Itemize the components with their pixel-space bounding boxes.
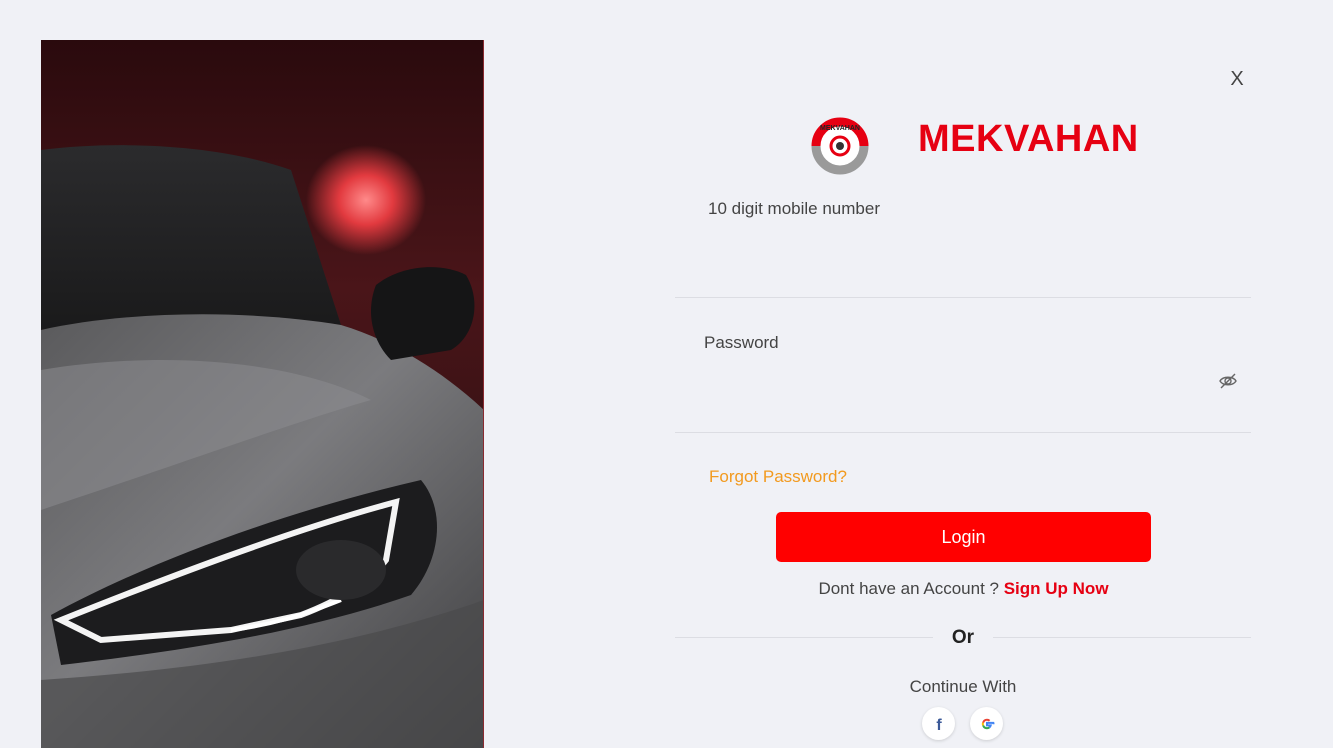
or-divider-right [993, 637, 1251, 638]
signup-prompt: Dont have an Account ? Sign Up Now [776, 579, 1151, 599]
signup-prompt-text: Dont have an Account ? [818, 579, 999, 598]
mobile-divider [675, 297, 1251, 298]
or-label: Or [951, 627, 975, 648]
mekvahan-logo-icon: MEKVAHAN [804, 108, 876, 180]
brand-name: MEKVAHAN [918, 118, 1139, 160]
or-divider-left [675, 637, 933, 638]
svg-text:f: f [936, 717, 942, 732]
password-label: Password [704, 333, 779, 352]
svg-text:MEKVAHAN: MEKVAHAN [820, 125, 860, 132]
forgot-password-link[interactable]: Forgot Password? [709, 467, 847, 487]
continue-with-label: Continue With [909, 677, 1017, 696]
signup-link[interactable]: Sign Up Now [1004, 579, 1109, 598]
facebook-icon[interactable]: f [922, 707, 955, 740]
hero-car-image [41, 40, 484, 748]
password-input[interactable] [675, 362, 1251, 402]
mobile-number-input[interactable] [675, 238, 1251, 278]
login-button[interactable]: Login [776, 512, 1151, 562]
close-button[interactable]: X [1226, 66, 1248, 92]
mobile-label: 10 digit mobile number [708, 199, 880, 218]
google-icon[interactable] [970, 707, 1003, 740]
password-divider [675, 432, 1251, 433]
eye-slash-icon[interactable] [1218, 371, 1238, 391]
